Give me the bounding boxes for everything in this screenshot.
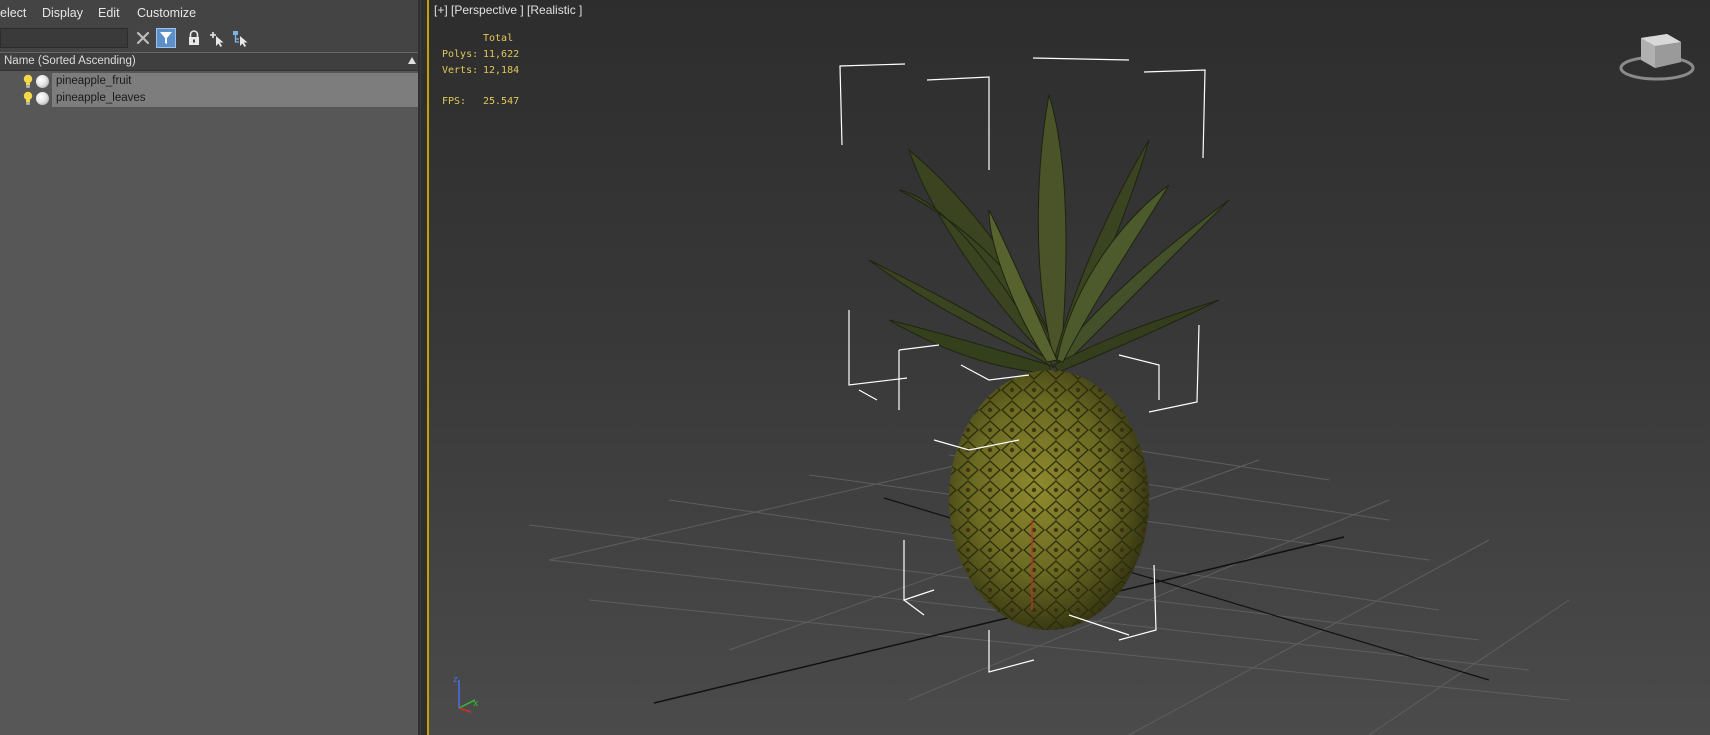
filter-input[interactable] <box>0 28 128 48</box>
select-add-icon[interactable] <box>207 28 227 48</box>
lock-icon[interactable] <box>184 28 204 48</box>
sort-ascending-icon[interactable] <box>407 55 417 65</box>
stats-verts-value: 12,184 <box>483 65 520 76</box>
select-hierarchy-icon[interactable] <box>230 28 250 48</box>
viewport-scene: z x <box>453 34 1695 735</box>
menu-edit[interactable]: Edit <box>98 6 120 20</box>
perspective-viewport[interactable]: z x [+] [Perspective ] [Realistic ] Tota… <box>427 0 1710 735</box>
menu-display[interactable]: Display <box>42 6 83 20</box>
geometry-sphere-icon[interactable] <box>36 92 49 105</box>
menu-select[interactable]: elect <box>0 6 26 20</box>
axis-z-label: z <box>453 675 458 685</box>
item-label: pineapple_leaves <box>56 92 146 104</box>
clear-filter-icon[interactable] <box>133 28 153 48</box>
list-item[interactable]: pineapple_leaves <box>0 90 418 107</box>
stats-verts-label: Verts: <box>442 65 479 76</box>
view-cube-icon <box>1619 34 1695 81</box>
item-label: pineapple_fruit <box>56 75 132 87</box>
pineapple-fruit <box>949 370 1149 630</box>
light-bulb-icon[interactable] <box>22 74 34 89</box>
scene-explorer: elect Display Edit Customize Name (Sorte… <box>0 0 420 735</box>
stats-polys-label: Polys: <box>442 49 479 60</box>
menu-bar: elect Display Edit Customize <box>0 0 420 27</box>
stats-polys-value: 11,622 <box>483 49 520 60</box>
stats-fps-value: 25.547 <box>483 96 520 107</box>
geometry-sphere-icon[interactable] <box>36 75 49 88</box>
column-header-label: Name (Sorted Ascending) <box>4 55 136 67</box>
stats-fps-label: FPS: <box>442 96 467 107</box>
axis-x-label: x <box>473 699 479 709</box>
menu-customize[interactable]: Customize <box>137 6 196 20</box>
light-bulb-icon[interactable] <box>22 91 34 106</box>
panel-splitter[interactable] <box>418 0 427 735</box>
column-header[interactable]: Name (Sorted Ascending) <box>0 52 420 71</box>
viewport-label[interactable]: [+] [Perspective ] [Realistic ] <box>434 3 582 17</box>
stats-total-label: Total <box>483 33 514 44</box>
pineapple-leaves <box>868 94 1230 375</box>
filter-toggle-icon[interactable] <box>156 28 176 48</box>
list-item[interactable]: pineapple_fruit <box>0 73 418 90</box>
